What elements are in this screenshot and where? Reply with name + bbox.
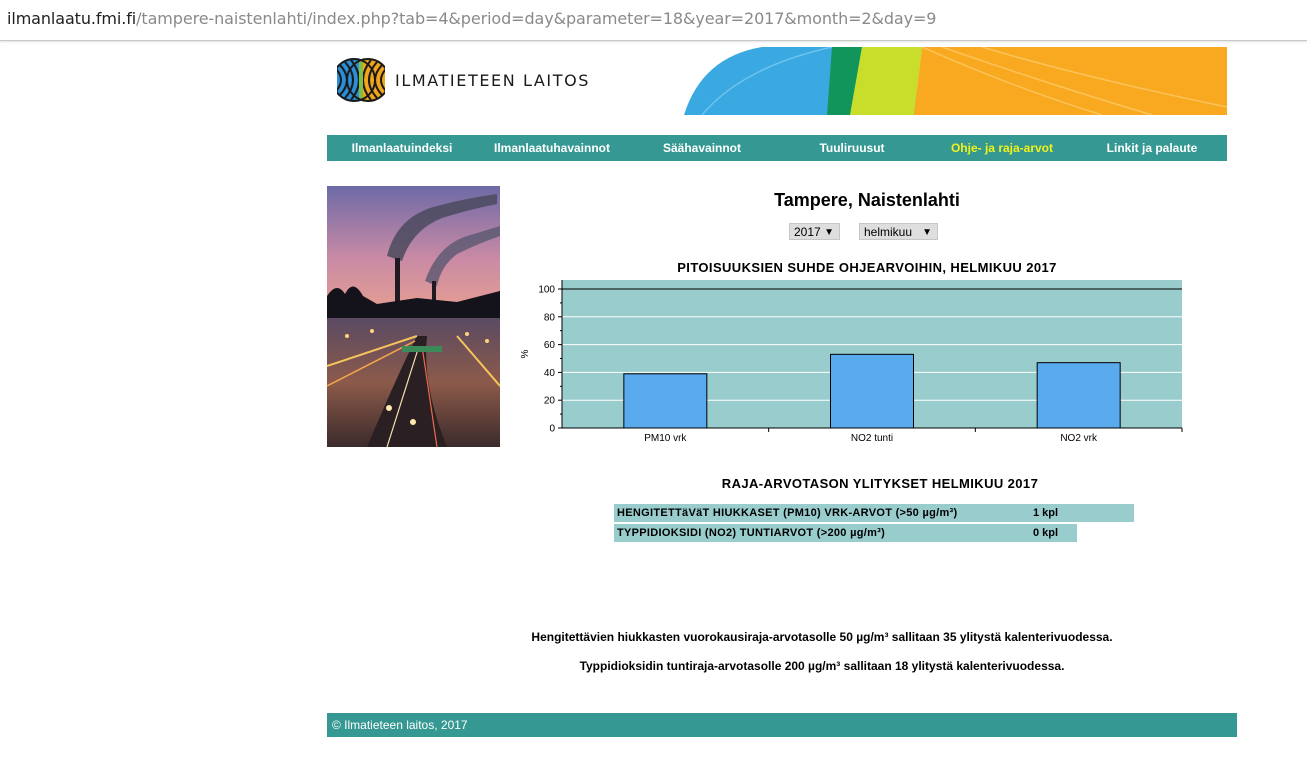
chart-y-tick-label: 0 (549, 424, 555, 435)
year-select-value: 2017 (794, 225, 821, 239)
exceedance-label: HENGITETTäVäT HIUKKASET (PM10) VRK-ARVOT… (617, 507, 958, 519)
chart-y-tick-label: 80 (544, 312, 556, 323)
note-pm10: Hengitettävien hiukkasten vuorokausiraja… (531, 630, 1113, 644)
chart-x-tick-label: NO2 tunti (851, 433, 893, 444)
url-text[interactable]: ilmanlaatu.fmi.fi/tampere-naistenlahti/i… (7, 9, 937, 28)
chart-bar (830, 353, 914, 429)
nav-item-ohje-ja-raja-arvot[interactable]: Ohje- ja raja-arvot (927, 141, 1077, 155)
chart-y-tick-label: 40 (544, 368, 556, 379)
url-domain: ilmanlaatu.fmi.fi (7, 9, 137, 28)
chart-x-tick-label: PM10 vrk (644, 433, 687, 444)
nav-item-ilmanlaatuhavainnot[interactable]: Ilmanlaatuhavainnot (477, 141, 627, 155)
exceedance-row-no2: TYPPIDIOKSIDI (NO2) TUNTIARVOT (>200 µg/… (614, 524, 1077, 542)
year-select[interactable]: 2017 ▼ (789, 223, 840, 240)
month-select[interactable]: helmikuu ▼ (859, 223, 938, 240)
chart-x-tick-label: NO2 vrk (1060, 433, 1098, 444)
exceedances-title: RAJA-ARVOTASON YLITYKSET HELMIKUU 2017 (721, 476, 1039, 491)
site-header: ILMATIETEEN LAITOS (327, 47, 1227, 117)
nav-item-saahavainnot[interactable]: Säähavainnot (627, 141, 777, 155)
url-path: /tampere-naistenlahti/index.php?tab=4&pe… (136, 9, 937, 28)
exceedance-count: 1 kpl (1033, 507, 1059, 519)
header-banner-graphic (682, 47, 1227, 115)
fmi-logo-icon[interactable] (337, 56, 385, 104)
nav-item-ilmanlaatuindeksi[interactable]: Ilmanlaatuindeksi (327, 141, 477, 155)
chart-title: PITOISUUKSIEN SUHDE OHJEARVOIHIN, HELMIK… (677, 260, 1057, 275)
side-photo-smokestacks-highway (327, 186, 500, 447)
exceedance-label: TYPPIDIOKSIDI (NO2) TUNTIARVOT (>200 µg/… (617, 527, 886, 539)
footer-copyright: © Ilmatieteen laitos, 2017 (332, 718, 468, 732)
chart-y-axis-label: % (520, 349, 531, 358)
nav-item-tuuliruusut[interactable]: Tuuliruusut (777, 141, 927, 155)
chart-bar (1036, 362, 1121, 429)
dropdown-arrow-icon: ▼ (922, 227, 932, 238)
chart-y-tick-label: 100 (538, 285, 555, 296)
nav-item-linkit-ja-palaute[interactable]: Linkit ja palaute (1077, 141, 1227, 155)
month-select-value: helmikuu (864, 225, 913, 239)
exceedance-row-pm10: HENGITETTäVäT HIUKKASET (PM10) VRK-ARVOT… (614, 504, 1134, 522)
site-footer: © Ilmatieteen laitos, 2017 (327, 713, 1237, 737)
logo-text[interactable]: ILMATIETEEN LAITOS (395, 71, 590, 90)
main-nav: Ilmanlaatuindeksi Ilmanlaatuhavainnot Sä… (327, 135, 1227, 161)
chart-y-tick-label: 20 (544, 396, 556, 407)
page-title: Tampere, Naistenlahti (774, 190, 960, 210)
exceedance-count: 0 kpl (1033, 527, 1059, 539)
chart-y-tick-label: 60 (544, 340, 556, 351)
chart-bar (623, 373, 708, 429)
bar-chart: 0 20 40 60 80 100% PM10 vrk NO2 tunti NO2 vrk (520, 280, 1183, 444)
note-no2: Typpidioksidin tuntiraja-arvotasolle 200… (579, 659, 1065, 673)
browser-url-bar[interactable]: ilmanlaatu.fmi.fi/tampere-naistenlahti/i… (0, 0, 1307, 41)
dropdown-arrow-icon: ▼ (824, 227, 834, 238)
